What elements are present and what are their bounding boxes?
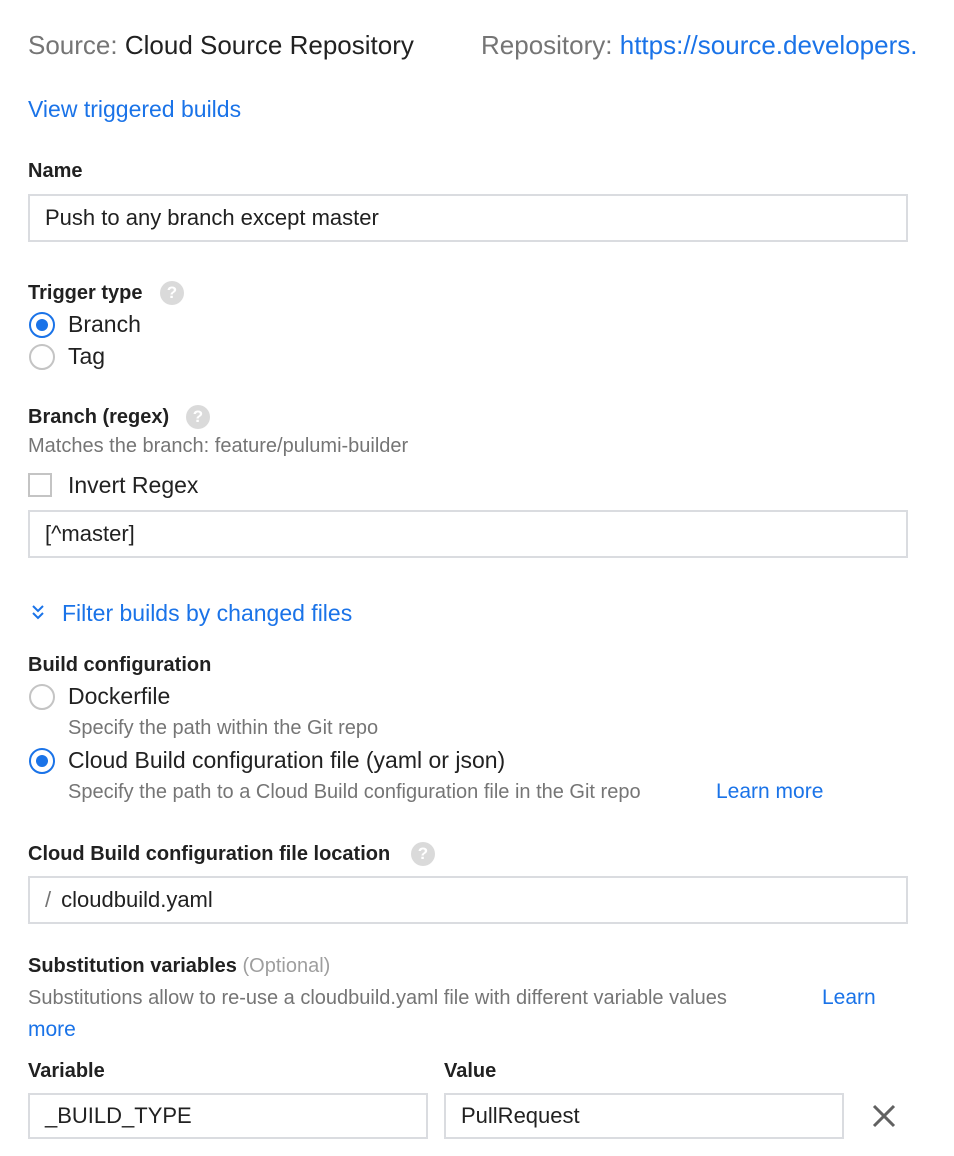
substitution-value-value: PullRequest (461, 1103, 580, 1128)
trigger-type-branch-label[interactable]: Branch (68, 311, 141, 338)
trigger-type-tag-label[interactable]: Tag (68, 343, 105, 370)
source-line: Source: Cloud Source Repository (28, 30, 414, 61)
repository-label: Repository: (481, 30, 613, 60)
build-config-learn-more-link[interactable]: Learn more (716, 780, 823, 804)
substitutions-more-link[interactable]: more (28, 1018, 76, 1042)
variable-column-header: Variable (28, 1060, 105, 1082)
substitutions-learn-link[interactable]: Learn (822, 986, 876, 1010)
substitutions-description: Substitutions allow to re-use a cloudbui… (28, 987, 727, 1009)
value-column-header: Value (444, 1060, 497, 1082)
branch-match-hint: Matches the branch: feature/pulumi-build… (28, 435, 409, 457)
branch-regex-label: Branch (regex) (28, 406, 170, 428)
config-location-value: cloudbuild.yaml (61, 887, 213, 912)
build-config-dockerfile-description: Specify the path within the Git repo (68, 717, 379, 739)
repository-link[interactable]: https://source.developers. (620, 30, 918, 60)
name-input-value: Push to any branch except master (45, 205, 379, 230)
invert-regex-checkbox[interactable] (28, 473, 52, 497)
trigger-type-label: Trigger type (28, 282, 143, 304)
config-location-prefix: / (45, 887, 52, 912)
chevron-double-down-icon (30, 600, 50, 627)
config-location-label: Cloud Build configuration file location (28, 843, 391, 865)
trigger-type-tag-radio[interactable] (29, 344, 55, 370)
filter-builds-label: Filter builds by changed files (62, 600, 353, 626)
trigger-type-help-icon[interactable]: ? (160, 281, 184, 305)
source-label: Source: (28, 30, 118, 60)
build-config-dockerfile-radio[interactable] (29, 684, 55, 710)
trigger-type-branch-radio[interactable] (29, 312, 55, 338)
build-config-cloudbuild-description: Specify the path to a Cloud Build config… (68, 781, 641, 803)
branch-regex-value: [^master] (45, 521, 135, 546)
substitution-value-input[interactable]: PullRequest (444, 1093, 844, 1139)
substitutions-header: Substitution variables (Optional) (28, 955, 330, 978)
substitution-variable-value: _BUILD_TYPE (45, 1103, 192, 1128)
substitution-variable-input[interactable]: _BUILD_TYPE (28, 1093, 428, 1139)
repository-line: Repository: https://source.developers. (481, 30, 917, 61)
remove-substitution-close-icon[interactable] (870, 1102, 898, 1130)
branch-regex-input[interactable]: [^master] (28, 510, 908, 558)
filter-builds-toggle[interactable]: Filter builds by changed files (30, 600, 352, 627)
build-config-label: Build configuration (28, 654, 212, 676)
branch-regex-help-icon[interactable]: ? (186, 405, 210, 429)
build-config-cloudbuild-label[interactable]: Cloud Build configuration file (yaml or … (68, 747, 505, 774)
name-input[interactable]: Push to any branch except master (28, 194, 908, 242)
build-config-cloudbuild-radio[interactable] (29, 748, 55, 774)
substitutions-label: Substitution variables (28, 955, 237, 977)
config-location-help-icon[interactable]: ? (411, 842, 435, 866)
name-label: Name (28, 160, 83, 182)
view-triggered-builds-link[interactable]: View triggered builds (28, 96, 241, 123)
invert-regex-label[interactable]: Invert Regex (68, 472, 198, 499)
config-location-input[interactable]: / cloudbuild.yaml (28, 876, 908, 924)
build-config-dockerfile-label[interactable]: Dockerfile (68, 683, 170, 710)
source-value: Cloud Source Repository (124, 30, 414, 60)
substitutions-optional: (Optional) (242, 955, 331, 977)
